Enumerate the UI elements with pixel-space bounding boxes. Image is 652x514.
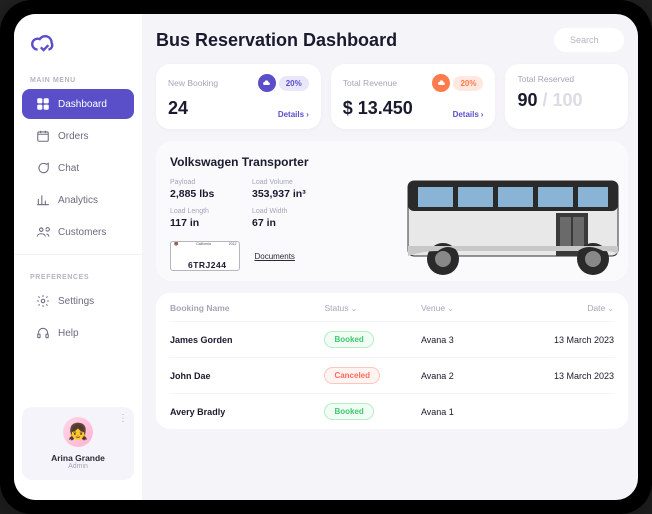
main: Bus Reservation Dashboard Search New Boo… [142,14,638,500]
chat-icon [36,161,50,175]
cell-venue: Avana 3 [421,335,518,345]
cloud-up-icon [258,74,276,92]
sidebar-item-analytics[interactable]: Analytics [22,185,134,215]
details-link[interactable]: Details› [278,110,309,119]
sidebar-item-label: Settings [58,296,94,307]
stat-value: $ 13.450 [343,98,413,119]
calendar-icon [36,129,50,143]
search-input[interactable]: Search [554,28,624,52]
cell-date: 13 March 2023 [517,335,614,345]
cell-name: James Gorden [170,335,324,345]
page-title: Bus Reservation Dashboard [156,30,397,51]
sidebar-item-orders[interactable]: Orders [22,121,134,151]
bookings-table: Booking Name Status⌄ Venue⌄ Date⌄ James … [156,293,628,429]
vehicle-card: Volkswagen Transporter Payload2,885 lbs … [156,141,628,281]
sidebar-item-settings[interactable]: Settings [22,286,134,316]
stat-label: Total Revenue [343,78,397,88]
cell-name: John Dae [170,371,324,381]
chevron-right-icon: › [481,110,484,119]
cloud-up-icon [432,74,450,92]
th-date[interactable]: Date⌄ [517,303,614,313]
sidebar-item-help[interactable]: Help [22,318,134,348]
stat-value: 24 [168,98,188,119]
spec-width: 67 in [252,217,324,229]
sidebar-item-label: Chat [58,163,79,174]
logo [14,26,142,71]
sidebar-item-chat[interactable]: Chat [22,153,134,183]
sidebar: MAIN MENU Dashboard Orders Chat Analytic… [14,14,142,500]
user-menu-icon[interactable]: ⋮ [118,413,128,424]
cell-status: Booked [324,331,421,348]
sidebar-item-customers[interactable]: Customers [22,217,134,247]
chevron-right-icon: › [306,110,309,119]
stat-new-booking: New Booking 20% 24 Details› [156,64,321,129]
cell-date: 13 March 2023 [517,371,614,381]
sidebar-item-label: Analytics [58,195,98,206]
avatar: 👧 [63,417,93,447]
chevron-down-icon: ⌄ [607,304,614,313]
sidebar-item-label: Help [58,328,79,339]
documents-link[interactable]: Documents [254,252,294,261]
cell-venue: Avana 2 [421,371,518,381]
gear-icon [36,294,50,308]
stat-label: Total Reserved [517,74,574,84]
section-preferences: PREFERENCES [14,268,142,285]
sidebar-item-label: Dashboard [58,99,107,110]
headphones-icon [36,326,50,340]
cell-status: Booked [324,403,421,420]
chevron-down-icon: ⌄ [447,304,454,313]
stat-value: 90 / 100 [517,90,582,111]
th-status[interactable]: Status⌄ [324,303,421,313]
section-main-menu: MAIN MENU [14,71,142,88]
cell-venue: Avana 1 [421,407,518,417]
spec-length: 117 in [170,217,242,229]
table-header: Booking Name Status⌄ Venue⌄ Date⌄ [170,303,614,321]
stat-revenue: Total Revenue 20% $ 13.450 Details› [331,64,496,129]
th-venue[interactable]: Venue⌄ [421,303,518,313]
spec-payload: 2,885 lbs [170,188,242,200]
chevron-down-icon: ⌄ [351,304,358,313]
status-badge: Canceled [324,367,380,384]
sidebar-item-dashboard[interactable]: Dashboard [22,89,134,119]
status-badge: Booked [324,403,373,420]
license-plate: 🐻California2012 6TRJ244 [170,241,240,271]
chart-icon [36,193,50,207]
table-row[interactable]: Avery BradlyBooked Avana 1 [170,393,614,429]
cell-status: Canceled [324,367,421,384]
stat-pct: 20% [279,76,309,91]
bus-image [388,151,628,281]
details-link[interactable]: Details› [453,110,484,119]
stat-pct: 20% [453,76,483,91]
table-row[interactable]: John DaeCanceled Avana 213 March 2023 [170,357,614,393]
user-card: ⋮ 👧 Arina Grande Admin [22,407,134,480]
spec-volume: 353,937 in³ [252,188,324,200]
user-name: Arina Grande [51,453,105,463]
stat-label: New Booking [168,78,218,88]
grid-icon [36,97,50,111]
table-row[interactable]: James GordenBooked Avana 313 March 2023 [170,321,614,357]
status-badge: Booked [324,331,373,348]
users-icon [36,225,50,239]
user-role: Admin [68,463,88,470]
th-name: Booking Name [170,303,324,313]
stat-reserved: Total Reserved 90 / 100 [505,64,628,129]
sidebar-item-label: Orders [58,131,89,142]
cell-name: Avery Bradly [170,407,324,417]
sidebar-item-label: Customers [58,227,106,238]
